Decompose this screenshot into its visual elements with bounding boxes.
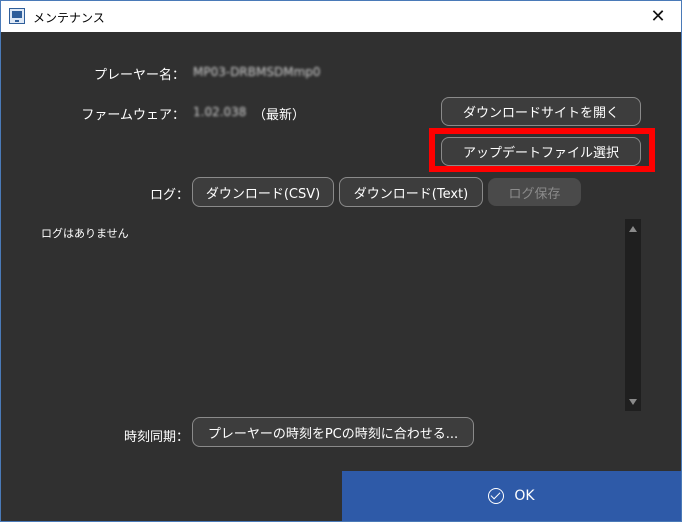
log-panel[interactable]: ログはありません <box>31 219 641 411</box>
scroll-down-icon[interactable] <box>629 399 637 405</box>
log-scrollbar[interactable] <box>625 219 641 411</box>
open-download-site-button[interactable]: ダウンロードサイトを開く <box>441 97 641 126</box>
log-empty-message: ログはありません <box>41 227 129 240</box>
firmware-label: ファームウェア： <box>81 108 185 123</box>
download-text-button[interactable]: ダウンロード(Text) <box>339 177 483 207</box>
firmware-status: （最新） <box>253 108 306 123</box>
maintenance-dialog: メンテナンス ✕ プレーヤー名： MP03-DRBMSDMmp0 ファームウェア… <box>0 0 682 522</box>
save-log-button: ログ保存 <box>488 178 581 206</box>
title-bar: メンテナンス ✕ <box>1 1 681 32</box>
time-sync-label: 時刻同期： <box>123 430 189 445</box>
app-icon <box>9 8 25 24</box>
sync-time-button[interactable]: プレーヤーの時刻をPCの時刻に合わせる... <box>192 417 474 447</box>
ok-button[interactable]: OK <box>342 471 681 521</box>
check-circle-icon <box>488 488 505 504</box>
log-label: ログ： <box>149 188 189 203</box>
scroll-up-icon[interactable] <box>629 226 637 232</box>
ok-label: OK <box>514 488 535 504</box>
close-icon[interactable]: ✕ <box>635 1 681 32</box>
player-name-value: MP03-DRBMSDMmp0 <box>193 65 321 79</box>
download-csv-button[interactable]: ダウンロード(CSV) <box>192 177 334 207</box>
window-title: メンテナンス <box>33 11 105 25</box>
firmware-version: 1.02.038 <box>193 105 247 119</box>
player-name-label: プレーヤー名： <box>93 68 185 83</box>
highlight-box <box>429 128 655 172</box>
